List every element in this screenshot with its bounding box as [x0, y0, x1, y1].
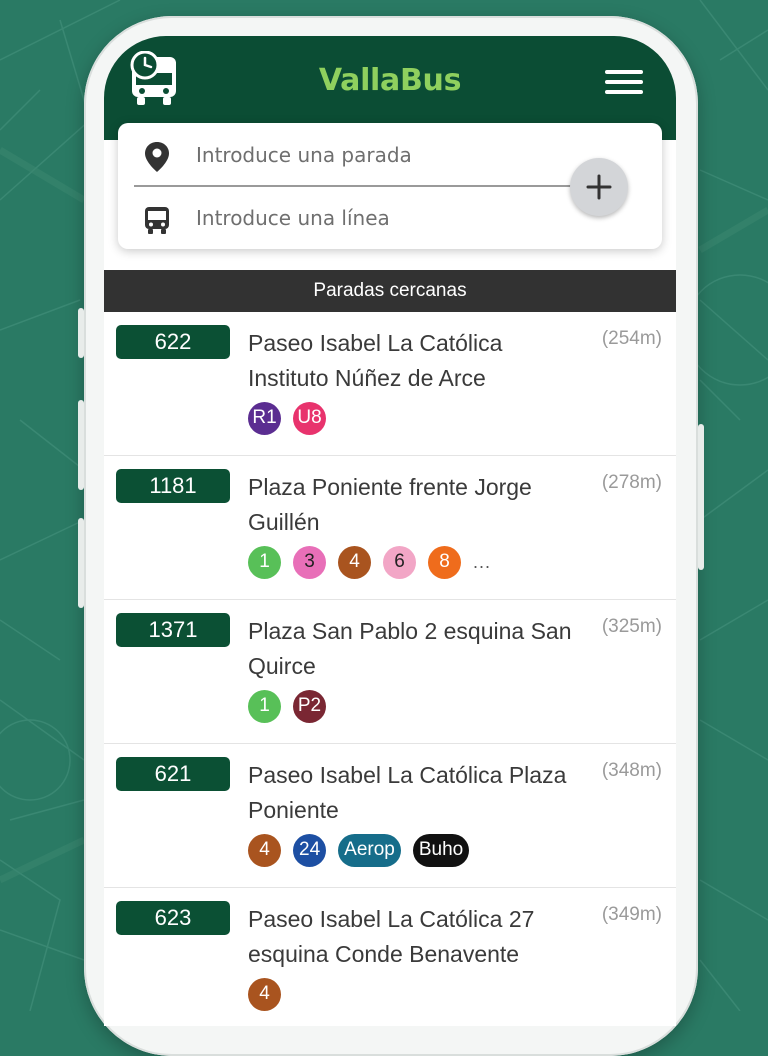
stop-distance: (325m) [601, 616, 662, 637]
line-badge[interactable]: 8 [428, 545, 461, 579]
stop-lines: 1 3 4 6 8 ... [248, 545, 491, 579]
nearby-stops-list: 622 Paseo Isabel La Católica Instituto N… [104, 312, 676, 1026]
line-badge[interactable]: Aerop [338, 833, 401, 867]
stop-search-placeholder: Introduce una parada [196, 143, 412, 167]
line-badge[interactable]: Buho [412, 833, 470, 867]
app-title: VallaBus [318, 63, 462, 98]
bus-icon [145, 207, 169, 234]
stop-list-item[interactable]: 622 Paseo Isabel La Católica Instituto N… [104, 312, 676, 456]
stop-list-item[interactable]: 1371 Plaza San Pablo 2 esquina San Quirc… [104, 600, 676, 744]
search-divider [134, 185, 574, 187]
phone-screen: VallaBus Introduce una parada Introduce … [104, 36, 676, 1026]
line-badge[interactable]: 1 [248, 545, 281, 579]
plus-icon [586, 174, 612, 200]
stop-code-badge: 623 [116, 901, 230, 935]
stop-distance: (254m) [601, 328, 662, 349]
stop-list-item[interactable]: 1181 Plaza Poniente frente Jorge Guillén… [104, 456, 676, 600]
stop-name: Plaza San Pablo 2 esquina San Quirce [248, 618, 572, 679]
stop-distance: (278m) [601, 472, 662, 493]
stop-code-badge: 1181 [116, 469, 230, 503]
line-badge[interactable]: 1 [248, 689, 281, 723]
line-badge[interactable]: 24 [293, 833, 327, 867]
hamburger-menu-icon[interactable] [605, 70, 643, 94]
stop-code-badge: 621 [116, 757, 230, 791]
stop-list-item[interactable]: 623 Paseo Isabel La Católica 27 esquina … [104, 888, 676, 1026]
stop-name: Paseo Isabel La Católica Instituto Núñez… [248, 330, 503, 391]
line-search-placeholder: Introduce una línea [196, 206, 390, 230]
nearby-stops-header: Paradas cercanas [104, 270, 676, 312]
phone-side-button [78, 400, 84, 490]
line-badge[interactable]: R1 [248, 401, 281, 435]
stop-code-badge: 622 [116, 325, 230, 359]
search-card: Introduce una parada Introduce una línea [118, 123, 662, 249]
location-pin-icon [145, 142, 169, 172]
stop-name: Paseo Isabel La Católica Plaza Poniente [248, 762, 567, 823]
stop-lines: 4 24 Aerop Buho [248, 833, 481, 867]
phone-side-button [698, 424, 704, 570]
stop-search-input[interactable]: Introduce una parada [118, 127, 578, 183]
line-badge[interactable]: P2 [293, 689, 326, 723]
line-search-input[interactable]: Introduce una línea [118, 190, 578, 246]
stop-lines: 4 [248, 977, 293, 1011]
stop-distance: (348m) [601, 760, 662, 781]
phone-side-button [78, 518, 84, 608]
line-badge[interactable]: 4 [248, 977, 281, 1011]
stop-name: Paseo Isabel La Católica 27 esquina Cond… [248, 906, 535, 967]
stop-list-item[interactable]: 621 Paseo Isabel La Católica Plaza Ponie… [104, 744, 676, 888]
phone-side-button [78, 308, 84, 358]
line-badge[interactable]: 6 [383, 545, 416, 579]
line-badge[interactable]: 4 [248, 833, 281, 867]
stop-lines: 1 P2 [248, 689, 338, 723]
stop-code-badge: 1371 [116, 613, 230, 647]
add-button[interactable] [570, 158, 628, 216]
stop-name: Plaza Poniente frente Jorge Guillén [248, 474, 532, 535]
more-lines-indicator[interactable]: ... [473, 552, 491, 573]
stop-distance: (349m) [601, 904, 662, 925]
line-badge[interactable]: U8 [293, 401, 326, 435]
line-badge[interactable]: 4 [338, 545, 371, 579]
line-badge[interactable]: 3 [293, 545, 326, 579]
stop-lines: R1 U8 [248, 401, 338, 435]
